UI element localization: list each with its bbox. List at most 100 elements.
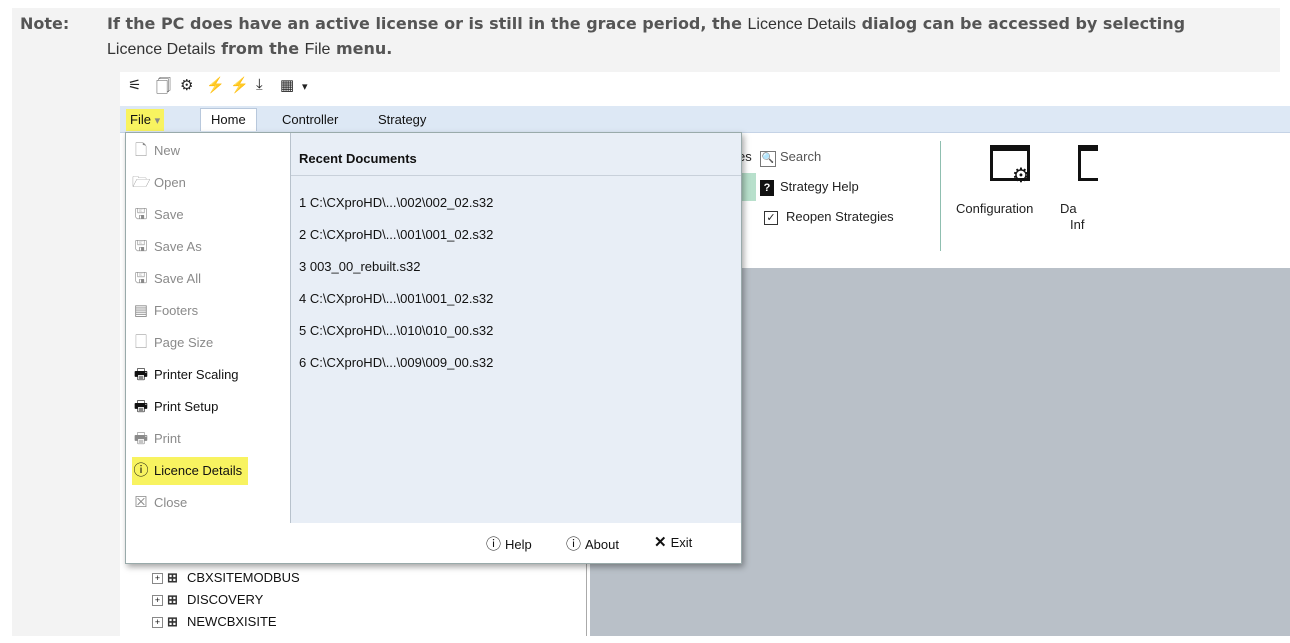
menu-item-label: Licence Details xyxy=(154,463,243,478)
menu-item-label: Page Size xyxy=(154,335,214,350)
close-icon: ☒ xyxy=(134,494,148,511)
help-circle-icon: ⓘ xyxy=(486,536,502,553)
download-icon[interactable]: ⤓ xyxy=(256,76,263,93)
recent-documents-panel: Recent Documents 1 C:\CXproHD\...\002\00… xyxy=(291,133,741,523)
recent-document-item[interactable]: 3 003_00_rebuilt.s32 xyxy=(299,259,420,274)
tab-strategy[interactable]: Strategy xyxy=(368,109,436,131)
expand-icon[interactable]: + xyxy=(152,595,163,607)
menu-item-new[interactable]: 🗋 New xyxy=(132,137,180,165)
menu-item-save[interactable]: 🖫 Save xyxy=(132,201,184,229)
strategy-help-button[interactable]: ? Strategy Help xyxy=(760,179,859,196)
note-ui-term-licence-2: Licence Details xyxy=(107,41,216,58)
new-file-icon: 🗋 xyxy=(134,142,148,159)
checkbox-checked-icon: ✓ xyxy=(764,211,778,225)
menu-item-label: Save All xyxy=(154,271,201,286)
note-text-4: menu. xyxy=(330,39,393,58)
tree-item-cbxsitemodbus[interactable]: + ⊞ CBXSITEMODBUS xyxy=(152,568,300,588)
menu-item-licence-details[interactable]: ⓘ Licence Details xyxy=(132,457,249,485)
save-icon: 🖫 xyxy=(134,206,148,223)
recent-document-item[interactable]: 5 C:\CXproHD\...\010\010_00.s32 xyxy=(299,323,493,338)
configuration-button[interactable]: Configuration xyxy=(956,201,1033,216)
save-icon[interactable]: 🗍 xyxy=(156,76,171,101)
numbering-icon[interactable]: ▦ xyxy=(280,76,294,94)
page-size-icon: 🗌 xyxy=(134,334,148,351)
exit-label: Exit xyxy=(670,535,693,550)
file-menu-commands: 🗋 New 🗁 Open 🖫 Save 🖫 Save As 🖫 Save All ▤ Footers 🗌… xyxy=(126,133,291,523)
search-icon: 🔍 xyxy=(760,151,776,167)
save-as-icon: 🖫 xyxy=(134,238,148,255)
about-button[interactable]: ⓘ About xyxy=(566,533,619,554)
disconnect-icon[interactable]: ⚡ xyxy=(230,76,249,94)
printer-scaling-icon: 🖶 xyxy=(133,366,149,383)
menu-item-label: Print xyxy=(154,431,181,446)
network-icon: ⊞ xyxy=(167,570,178,585)
about-label: About xyxy=(585,537,619,552)
menu-item-label: Close xyxy=(154,495,188,510)
note-ui-term-file: File xyxy=(304,41,331,58)
file-menu: 🗋 New 🗁 Open 🖫 Save 🖫 Save As 🖫 Save All ▤ Footers 🗌… xyxy=(125,132,742,564)
tree-item-label: CBXSITEMODBUS xyxy=(187,570,300,585)
search-button[interactable]: 🔍 Search xyxy=(760,149,821,167)
network-icon: ⊞ xyxy=(167,592,178,607)
open-folder-icon: 🗁 xyxy=(132,174,151,191)
footers-icon: ▤ xyxy=(133,302,149,319)
menu-item-label: New xyxy=(154,143,181,158)
tree-item-discovery[interactable]: + ⊞ DISCOVERY xyxy=(152,590,263,610)
exit-button[interactable]: ✕ Exit xyxy=(654,533,692,551)
ribbon-tab-bar: File ▾ Home Controller Strategy xyxy=(120,106,1290,133)
help-button[interactable]: ⓘ Help xyxy=(486,533,532,554)
help-label: Help xyxy=(505,537,532,552)
gear-icon[interactable]: ⚙ xyxy=(180,76,193,94)
tab-file-label: File xyxy=(130,112,151,127)
tree-item-label: NEWCBXISITE xyxy=(187,614,277,629)
network-icon: ⊞ xyxy=(167,614,178,629)
menu-item-footers[interactable]: ▤ Footers xyxy=(132,297,198,325)
tree-item-label: DISCOVERY xyxy=(187,592,264,607)
menu-item-save-all[interactable]: 🖫 Save All xyxy=(132,265,201,293)
note-text-2: dialog can be accessed by selecting xyxy=(856,14,1186,33)
menu-item-open[interactable]: 🗁 Open xyxy=(132,169,186,197)
tab-home[interactable]: Home xyxy=(200,108,257,131)
menu-item-printer-scaling[interactable]: 🖶 Printer Scaling xyxy=(132,361,239,389)
chevron-down-icon: ▾ xyxy=(154,115,161,127)
info-circle-icon: ⓘ xyxy=(133,462,149,479)
menu-item-page-size[interactable]: 🗌 Page Size xyxy=(132,329,213,357)
save-all-icon: 🖫 xyxy=(134,270,148,287)
expand-icon[interactable]: + xyxy=(152,573,163,585)
gear-icon: ⚙ xyxy=(1012,165,1030,187)
recent-document-item[interactable]: 2 C:\CXproHD\...\001\001_02.s32 xyxy=(299,227,493,242)
ribbon-separator xyxy=(940,141,941,251)
note-label: Note: xyxy=(20,14,70,33)
data-info-button-partial-1[interactable]: Da xyxy=(1060,201,1077,216)
expand-icon[interactable]: + xyxy=(152,617,163,629)
data-info-button-partial-2[interactable]: Inf xyxy=(1070,217,1084,232)
note-text-1: If the PC does have an active license or… xyxy=(107,14,748,33)
tab-controller[interactable]: Controller xyxy=(272,109,348,131)
file-menu-footer: ⓘ Help ⓘ About ✕ Exit xyxy=(126,523,741,563)
recent-documents-header: Recent Documents xyxy=(299,151,417,166)
tree-item-newcbxisite[interactable]: + ⊞ NEWCBXISITE xyxy=(152,612,277,632)
recent-document-item[interactable]: 1 C:\CXproHD\...\002\002_02.s32 xyxy=(299,195,493,210)
menu-item-print-setup[interactable]: 🖶 Print Setup xyxy=(132,393,218,421)
reopen-strategies-checkbox[interactable]: ✓ Reopen Strategies xyxy=(764,209,894,225)
connect-icon[interactable]: ⚡ xyxy=(206,76,225,94)
reopen-strategies-label: Reopen Strategies xyxy=(786,209,894,224)
recent-document-item[interactable]: 4 C:\CXproHD\...\001\001_02.s32 xyxy=(299,291,493,306)
menu-item-label: Open xyxy=(154,175,186,190)
customize-qat-icon[interactable]: ▾ xyxy=(302,80,308,93)
recent-document-item[interactable]: 6 C:\CXproHD\...\009\009_00.s32 xyxy=(299,355,493,370)
strategy-help-label: Strategy Help xyxy=(780,179,859,194)
menu-item-close[interactable]: ☒ Close xyxy=(132,489,187,517)
search-label: Search xyxy=(780,149,822,164)
divider xyxy=(291,175,741,176)
app-screenshot: ⚟ 🗍 ⚙ ⚡ ⚡ ⤓ ▦ ▾ File ▾ Home Controller S… xyxy=(120,72,1290,636)
menu-item-print[interactable]: 🖶 Print xyxy=(132,425,181,453)
tab-file[interactable]: File ▾ xyxy=(126,109,165,131)
close-x-icon: ✕ xyxy=(654,534,667,551)
help-icon: ? xyxy=(760,180,774,196)
menu-item-save-as[interactable]: 🖫 Save As xyxy=(132,233,202,261)
strategy-icon[interactable]: ⚟ xyxy=(128,76,141,94)
quick-access-toolbar: ⚟ 🗍 ⚙ ⚡ ⚡ ⤓ ▦ ▾ xyxy=(120,72,1290,100)
menu-item-label: Printer Scaling xyxy=(154,367,239,382)
note-text-3: from the xyxy=(215,39,305,58)
